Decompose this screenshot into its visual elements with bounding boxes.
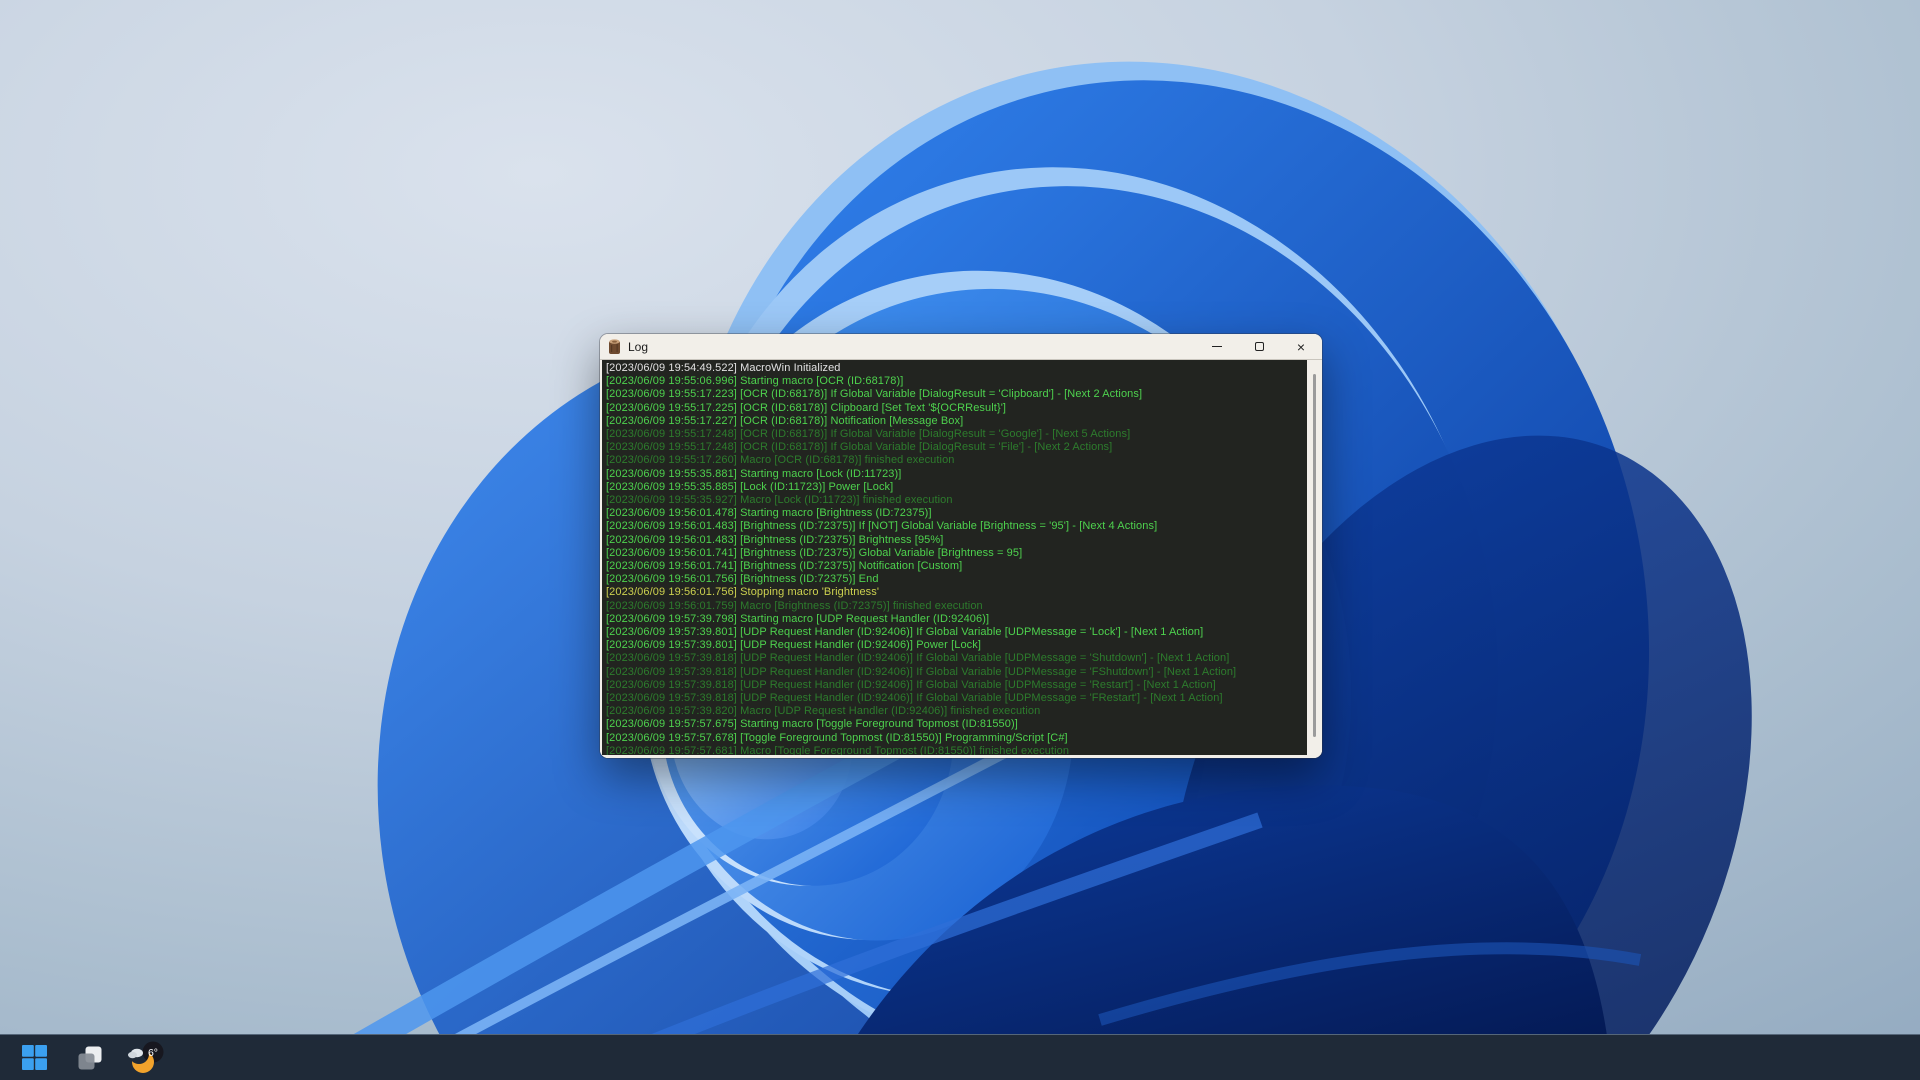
log-line: [2023/06/09 19:57:39.801] [UDP Request H… <box>606 639 1303 652</box>
log-line: [2023/06/09 19:57:39.818] [UDP Request H… <box>606 679 1303 692</box>
maximize-button[interactable] <box>1238 334 1280 359</box>
minimize-button[interactable] <box>1196 334 1238 359</box>
log-scrollbar[interactable] <box>1307 360 1322 755</box>
taskbar: 6° <box>0 1034 1920 1080</box>
log-line: [2023/06/09 19:57:57.675] Starting macro… <box>606 718 1303 731</box>
log-line: [2023/06/09 19:54:49.522] MacroWin Initi… <box>606 362 1303 375</box>
log-line: [2023/06/09 19:56:01.483] [Brightness (I… <box>606 520 1303 533</box>
log-line: [2023/06/09 19:55:17.260] Macro [OCR (ID… <box>606 454 1303 467</box>
log-line: [2023/06/09 19:55:35.885] [Lock (ID:1172… <box>606 481 1303 494</box>
weather-temperature: 6° <box>148 1047 158 1059</box>
log-line: [2023/06/09 19:55:17.223] [OCR (ID:68178… <box>606 388 1303 401</box>
log-line: [2023/06/09 19:55:17.225] [OCR (ID:68178… <box>606 402 1303 415</box>
close-button[interactable]: × <box>1280 334 1322 359</box>
log-line: [2023/06/09 19:55:06.996] Starting macro… <box>606 375 1303 388</box>
log-line: [2023/06/09 19:56:01.741] [Brightness (I… <box>606 547 1303 560</box>
windows-logo-icon <box>22 1045 47 1070</box>
start-button[interactable] <box>14 1038 54 1078</box>
log-line: [2023/06/09 19:55:17.248] [OCR (ID:68178… <box>606 428 1303 441</box>
log-line: [2023/06/09 19:57:39.801] [UDP Request H… <box>606 626 1303 639</box>
close-icon: × <box>1297 340 1305 354</box>
log-output[interactable]: [2023/06/09 19:54:49.522] MacroWin Initi… <box>602 360 1307 755</box>
log-line: [2023/06/09 19:57:57.678] [Toggle Foregr… <box>606 732 1303 745</box>
window-title: Log <box>628 340 648 354</box>
weather-icon: 6° <box>126 1041 166 1075</box>
log-line: [2023/06/09 19:55:17.248] [OCR (ID:68178… <box>606 441 1303 454</box>
log-line: [2023/06/09 19:56:01.756] [Brightness (I… <box>606 573 1303 586</box>
weather-widget[interactable]: 6° <box>126 1038 166 1078</box>
log-line: [2023/06/09 19:56:01.483] [Brightness (I… <box>606 534 1303 547</box>
log-line: [2023/06/09 19:57:39.818] [UDP Request H… <box>606 692 1303 705</box>
log-window: Log × [2023/06/09 19:54:49.522] MacroWin… <box>600 334 1322 758</box>
log-line: [2023/06/09 19:56:01.756] Stopping macro… <box>606 586 1303 599</box>
log-line: [2023/06/09 19:57:57.681] Macro [Toggle … <box>606 745 1303 755</box>
log-line: [2023/06/09 19:57:39.798] Starting macro… <box>606 613 1303 626</box>
minimize-icon <box>1212 346 1222 347</box>
maximize-icon <box>1255 342 1264 351</box>
task-view-icon <box>77 1045 103 1071</box>
log-line: [2023/06/09 19:55:17.227] [OCR (ID:68178… <box>606 415 1303 428</box>
log-line: [2023/06/09 19:57:39.818] [UDP Request H… <box>606 666 1303 679</box>
log-line: [2023/06/09 19:56:01.759] Macro [Brightn… <box>606 600 1303 613</box>
scrollbar-thumb[interactable] <box>1313 374 1316 737</box>
log-line: [2023/06/09 19:56:01.741] [Brightness (I… <box>606 560 1303 573</box>
log-line: [2023/06/09 19:56:01.478] Starting macro… <box>606 507 1303 520</box>
log-app-icon <box>608 339 621 355</box>
log-line: [2023/06/09 19:55:35.927] Macro [Lock (I… <box>606 494 1303 507</box>
log-line: [2023/06/09 19:57:39.820] Macro [UDP Req… <box>606 705 1303 718</box>
window-body: [2023/06/09 19:54:49.522] MacroWin Initi… <box>600 360 1322 758</box>
window-titlebar[interactable]: Log × <box>600 334 1322 360</box>
log-line: [2023/06/09 19:55:35.881] Starting macro… <box>606 468 1303 481</box>
task-view-button[interactable] <box>70 1038 110 1078</box>
log-line: [2023/06/09 19:57:39.818] [UDP Request H… <box>606 652 1303 665</box>
